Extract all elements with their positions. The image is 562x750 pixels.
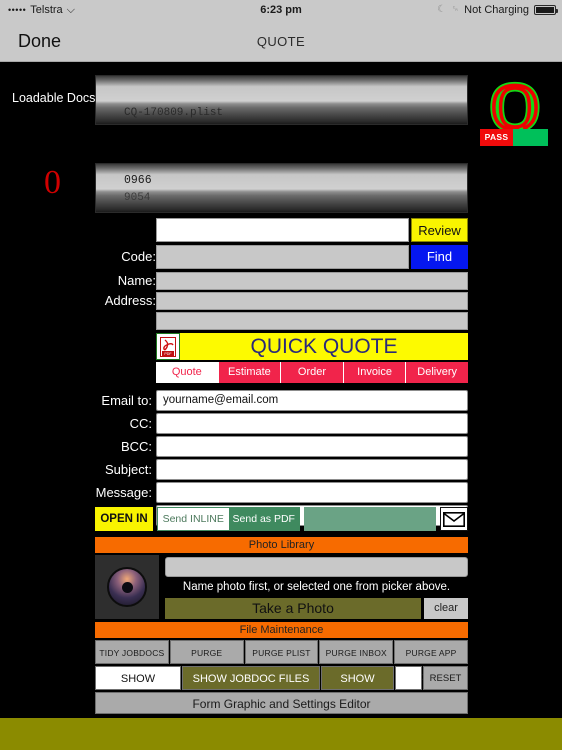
record-counter: 0	[44, 164, 61, 201]
address-row-2	[0, 312, 562, 330]
photo-hint-label: Name photo first, or selected one from p…	[182, 581, 451, 593]
email-message-row: Message:	[0, 482, 562, 503]
email-bcc-row: BCC:	[0, 436, 562, 457]
photo-name-input[interactable]	[165, 557, 468, 577]
email-cc-input[interactable]	[156, 413, 468, 434]
email-cc-label: CC:	[129, 416, 152, 431]
bottom-toolbar	[0, 718, 562, 750]
open-in-button[interactable]: OPEN IN	[95, 507, 153, 531]
tab-delivery[interactable]: Delivery	[406, 362, 468, 383]
app-screen: ••••• Telstra ⌵ 6:23 pm ☾ ␍ Not Charging…	[0, 0, 562, 750]
quick-quote-banner[interactable]: QUICK QUOTE	[180, 333, 468, 360]
loadable-docs-label: Loadable Docs	[12, 91, 96, 105]
pass-status-row: PASS	[480, 129, 548, 146]
purge-inbox-button[interactable]: PURGE INBOX	[319, 640, 394, 664]
quick-quote-row: PDF QUICK QUOTE	[156, 333, 468, 360]
send-actions-row: OPEN IN Send INLINE Send as PDF	[95, 507, 468, 531]
email-to-label: Email to:	[101, 393, 152, 408]
photo-button-row: Take a Photo clear	[165, 598, 468, 619]
address-row-1: Address:	[0, 292, 562, 310]
camera-lens-icon	[107, 567, 147, 607]
file-maintenance-header: File Maintenance	[95, 622, 468, 638]
send-mode-segmented-control: Send INLINE Send as PDF	[157, 507, 300, 531]
find-button[interactable]: Find	[411, 245, 468, 269]
send-as-pdf-segment[interactable]: Send as PDF	[228, 508, 299, 530]
name-row: Name:	[0, 272, 562, 290]
address-label: Address:	[104, 293, 156, 308]
email-to-row: Email to: yourname@email.com	[0, 390, 562, 411]
show-current-button[interactable]: SHOW CURRENT	[95, 666, 181, 709]
blank-field[interactable]	[395, 666, 422, 690]
search-input[interactable]	[156, 218, 409, 242]
moon-icon: ☾	[437, 4, 447, 15]
tidy-jobdocs-button[interactable]: TIDY JOBDOCS	[95, 640, 169, 664]
file-maintenance-row-1: TIDY JOBDOCS PURGE JOBDOCS PURGE PLIST P…	[95, 640, 468, 682]
pdf-icon[interactable]: PDF	[156, 333, 180, 360]
search-row: Review	[0, 218, 562, 242]
code-row: Code: Find	[0, 245, 562, 269]
tab-order[interactable]: Order	[281, 362, 344, 383]
code-label: Code:	[121, 249, 156, 264]
email-bcc-label: BCC:	[120, 439, 152, 454]
show-inbox-button[interactable]: SHOW INBOX	[321, 666, 394, 709]
take-photo-button[interactable]: Take a Photo	[165, 598, 421, 619]
code-input[interactable]	[156, 245, 409, 269]
battery-status-label: Not Charging	[464, 4, 529, 16]
clear-photo-button[interactable]: clear	[424, 598, 468, 619]
email-cc-row: CC:	[0, 413, 562, 434]
tab-invoice[interactable]: Invoice	[344, 362, 407, 383]
svg-text:PDF: PDF	[164, 352, 172, 356]
photo-library-block: Name photo first, or selected one from p…	[95, 555, 468, 619]
address-input-1[interactable]	[156, 292, 468, 310]
tab-quote[interactable]: Quote	[156, 362, 219, 383]
email-bcc-input[interactable]	[156, 436, 468, 457]
navigation-bar: Done QUOTE	[0, 20, 562, 62]
code-picker-row-1: 0966	[124, 174, 152, 187]
status-bar: ••••• Telstra ⌵ 6:23 pm ☾ ␍ Not Charging	[0, 0, 562, 20]
send-inline-segment[interactable]: Send INLINE	[158, 508, 229, 530]
name-label: Name:	[117, 273, 156, 288]
show-jobdoc-files-button[interactable]: SHOW JOBDOC FILES	[182, 666, 320, 690]
photo-library-header: Photo Library	[95, 537, 468, 553]
camera-preview[interactable]	[95, 555, 159, 619]
review-button[interactable]: Review	[411, 218, 468, 242]
loadable-docs-picker[interactable]: CQ-170809.plist	[95, 75, 468, 125]
reset-button[interactable]: RESET	[423, 666, 468, 690]
status-bar-right: ☾ ␍ Not Charging	[437, 0, 558, 20]
file-maintenance-row-2: SHOW CURRENT SHOW JOBDOC FILES SHOW INBO…	[95, 666, 468, 709]
email-message-input[interactable]	[156, 482, 468, 503]
bluetooth-icon: ␍	[451, 4, 460, 15]
email-subject-input[interactable]	[156, 459, 468, 480]
main-content: Loadable Docs CQ-170809.plist 0 0966 905…	[0, 63, 562, 718]
email-to-input[interactable]: yourname@email.com	[156, 390, 468, 411]
code-picker[interactable]: 0966 9054	[95, 163, 468, 213]
name-input[interactable]	[156, 272, 468, 290]
purge-app-docs-button[interactable]: PURGE APP DOCS	[394, 640, 468, 682]
send-progress-bar	[304, 507, 436, 531]
email-subject-row: Subject:	[0, 459, 562, 480]
tab-estimate[interactable]: Estimate	[219, 362, 282, 383]
email-message-label: Message:	[95, 485, 152, 500]
document-type-tabs: Quote Estimate Order Invoice Delivery	[156, 362, 468, 383]
address-input-2[interactable]	[156, 312, 468, 330]
purge-plist-button[interactable]: PURGE PLIST	[244, 640, 319, 664]
form-graphic-settings-editor-button[interactable]: Form Graphic and Settings Editor	[95, 692, 468, 714]
pass-badge: PASS	[480, 129, 513, 146]
page-title: QUOTE	[256, 34, 306, 49]
loadable-docs-selected: CQ-170809.plist	[124, 107, 224, 119]
email-subject-label: Subject:	[105, 462, 152, 477]
code-picker-row-2: 9054	[124, 192, 151, 204]
pass-indicator	[513, 129, 548, 146]
purge-jobdocs-button[interactable]: PURGE JOBDOCS	[169, 640, 244, 682]
envelope-icon[interactable]	[440, 507, 468, 531]
battery-icon	[534, 5, 558, 15]
